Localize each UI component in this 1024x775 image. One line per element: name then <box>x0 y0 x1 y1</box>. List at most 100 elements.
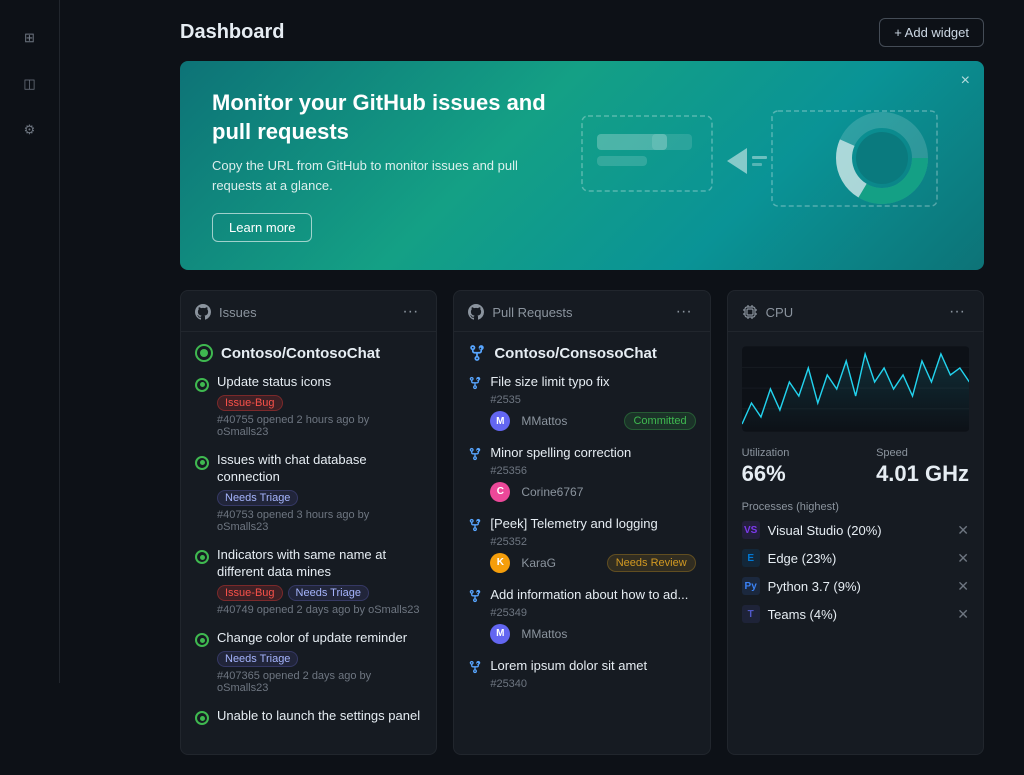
issue-tags: Issue-Bug <box>217 395 422 411</box>
widgets-row: Issues ··· Contoso/ContosoChat <box>180 290 984 755</box>
sidebar: ⊞ ◫ ⚙ <box>0 0 60 683</box>
issue-dot <box>195 633 209 647</box>
issue-item: Indicators with same name at different d… <box>195 547 422 616</box>
issue-title: Update status icons <box>217 374 422 391</box>
issue-dot <box>195 711 209 725</box>
processes-label: Processes (highest) <box>742 501 969 513</box>
issue-title: Unable to launch the settings panel <box>217 708 422 725</box>
page-header: Dashboard + Add widget <box>60 0 1024 61</box>
process-close-button[interactable]: ✕ <box>957 522 969 539</box>
pr-author-row: C Corine6767 <box>490 482 695 502</box>
add-widget-button[interactable]: + Add widget <box>879 18 984 47</box>
github-banner: Monitor your GitHub issues and pull requ… <box>180 61 984 270</box>
pr-merge-icon <box>468 589 482 603</box>
pr-widget: Pull Requests ··· Contoso/ConsosoChat <box>453 290 710 755</box>
learn-more-button[interactable]: Learn more <box>212 213 312 242</box>
issue-title: Indicators with same name at different d… <box>217 547 422 581</box>
github-icon <box>195 304 211 320</box>
issue-status-icon <box>195 453 209 470</box>
issue-title: Issues with chat database connection <box>217 452 422 486</box>
banner-svg <box>572 106 952 226</box>
pr-merge-icon <box>468 518 482 532</box>
pr-status-icon <box>468 376 482 393</box>
issues-label: Issues <box>219 305 257 320</box>
main-content: Monitor your GitHub issues and pull requ… <box>60 61 1024 775</box>
pr-author-name: MMattos <box>521 414 567 428</box>
issues-more-button[interactable]: ··· <box>398 303 422 321</box>
process-close-button[interactable]: ✕ <box>957 606 969 623</box>
sidebar-icon-settings[interactable]: ⚙ <box>12 112 48 148</box>
pr-avatar: K <box>490 553 510 573</box>
sidebar-icon-home[interactable]: ⊞ <box>12 20 48 56</box>
pr-item: [Peek] Telemetry and logging #25352 K Ka… <box>468 516 695 573</box>
pr-more-button[interactable]: ··· <box>672 303 696 321</box>
pr-item: Add information about how to ad... #2534… <box>468 587 695 644</box>
speed-label: Speed <box>876 447 969 459</box>
issue-status-icon <box>195 375 209 392</box>
cpu-widget-body: Utilization 66% Speed 4.01 GHz Processes… <box>728 332 983 645</box>
cpu-more-button[interactable]: ··· <box>945 303 969 321</box>
pr-status-icon <box>468 660 482 677</box>
sidebar-icon-layout[interactable]: ◫ <box>12 66 48 102</box>
issue-dot-inner <box>200 716 205 721</box>
issue-item: Update status icons Issue-Bug #40755 ope… <box>195 374 422 438</box>
pr-status-icon <box>468 447 482 464</box>
cpu-icon <box>742 304 758 320</box>
issue-dot-inner <box>200 638 205 643</box>
process-name: Visual Studio (20%) <box>768 523 950 538</box>
pr-author-name: Corine6767 <box>521 485 583 499</box>
pr-status-icon <box>468 589 482 606</box>
pr-title: Add information about how to ad... <box>490 587 695 604</box>
issues-widget-title-area: Issues <box>195 304 257 320</box>
pr-author-name: MMattos <box>521 627 567 641</box>
banner-close-button[interactable]: × <box>961 73 970 89</box>
process-icon: Py <box>742 577 760 595</box>
pr-number: #25349 <box>490 607 695 619</box>
pr-repo-name: Contoso/ConsosoChat <box>468 344 695 362</box>
process-name: Edge (23%) <box>768 551 950 566</box>
banner-description: Copy the URL from GitHub to monitor issu… <box>212 156 552 195</box>
pr-avatar: M <box>490 411 510 431</box>
banner-text-area: Monitor your GitHub issues and pull requ… <box>212 89 552 242</box>
issue-status-icon <box>195 709 209 726</box>
issue-item: Unable to launch the settings panel <box>195 708 422 729</box>
speed-value: 4.01 GHz <box>876 461 969 487</box>
issue-status-icon <box>195 631 209 648</box>
issue-tag: Needs Triage <box>288 585 369 601</box>
pr-item: File size limit typo fix #2535 M MMattos… <box>468 374 695 431</box>
issue-tags: Issue-Bug Needs Triage <box>217 585 422 601</box>
cpu-widget: CPU ··· <box>727 290 984 755</box>
process-close-button[interactable]: ✕ <box>957 550 969 567</box>
pr-number: #25352 <box>490 536 695 548</box>
pr-content: Lorem ipsum dolor sit amet #25340 <box>490 658 695 695</box>
utilization-label: Utilization <box>742 447 790 459</box>
pr-status-icon <box>468 518 482 535</box>
pr-badge: Needs Review <box>607 554 696 572</box>
pr-author-info: M MMattos <box>490 411 567 431</box>
pr-title: [Peek] Telemetry and logging <box>490 516 695 533</box>
pr-title: Lorem ipsum dolor sit amet <box>490 658 695 675</box>
issues-widget: Issues ··· Contoso/ContosoChat <box>180 290 437 755</box>
issue-dot <box>195 378 209 392</box>
pr-content: Add information about how to ad... #2534… <box>490 587 695 644</box>
process-close-button[interactable]: ✕ <box>957 578 969 595</box>
pr-item: Minor spelling correction #25356 C Corin… <box>468 445 695 502</box>
issue-meta: #40749 opened 2 days ago by oSmalls23 <box>217 604 422 616</box>
process-name: Teams (4%) <box>768 607 950 622</box>
issue-tag: Issue-Bug <box>217 585 283 601</box>
process-name: Python 3.7 (9%) <box>768 579 950 594</box>
process-item: E Edge (23%) ✕ <box>742 549 969 567</box>
pr-content: Minor spelling correction #25356 C Corin… <box>490 445 695 502</box>
issues-repo-name: Contoso/ContosoChat <box>195 344 422 362</box>
speed-stat: Speed 4.01 GHz <box>876 447 969 487</box>
pr-number: #25340 <box>490 678 695 690</box>
pr-repo-icon <box>468 344 486 362</box>
pr-content: [Peek] Telemetry and logging #25352 K Ka… <box>490 516 695 573</box>
pr-number: #2535 <box>490 394 695 406</box>
issue-item: Issues with chat database connection Nee… <box>195 452 422 533</box>
issue-dot <box>195 456 209 470</box>
pr-list: File size limit typo fix #2535 M MMattos… <box>468 374 695 694</box>
page-title: Dashboard <box>180 21 284 44</box>
pr-item: Lorem ipsum dolor sit amet #25340 <box>468 658 695 695</box>
issues-repo-icon <box>195 344 213 362</box>
